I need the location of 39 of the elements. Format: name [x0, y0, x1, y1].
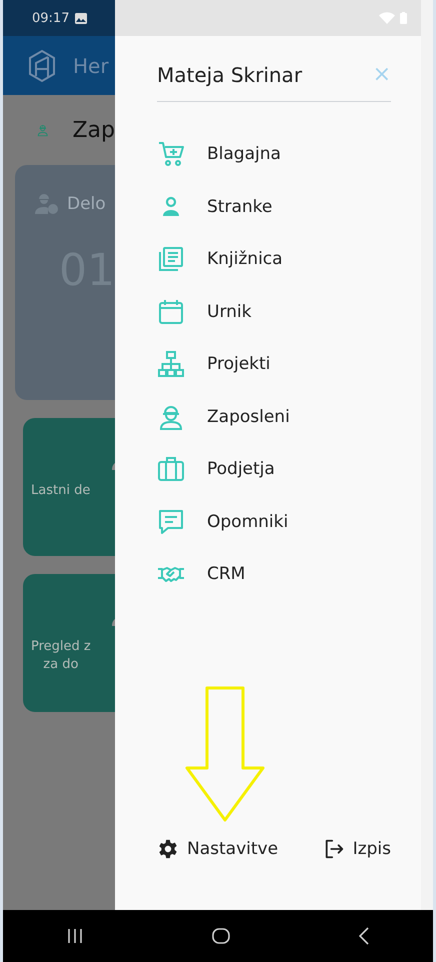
user-name: Mateja Skrinar	[157, 62, 302, 86]
wifi-icon	[379, 12, 395, 24]
message-icon	[157, 508, 185, 536]
action-card[interactable]: Lastni de	[23, 418, 115, 556]
menu-item[interactable]: Urnik	[115, 286, 421, 338]
recents-button[interactable]	[67, 928, 84, 944]
back-button[interactable]	[358, 927, 369, 945]
menu-item[interactable]: Projekti	[115, 338, 421, 390]
home-icon	[212, 928, 230, 944]
image-icon	[75, 12, 88, 24]
back-icon	[358, 927, 369, 945]
settings-icon	[157, 838, 179, 860]
menu-item[interactable]: Blagajna	[115, 128, 421, 180]
logo-icon	[27, 48, 57, 82]
battery-icon	[400, 12, 407, 24]
menu-item[interactable]: Knjižnica	[115, 233, 421, 286]
card-label: Pregled z za do	[31, 638, 91, 674]
recents-icon	[67, 928, 84, 944]
section-title: Zap	[72, 118, 115, 142]
worker-clock-icon	[35, 193, 59, 215]
calendar-icon	[157, 298, 185, 326]
menu-item[interactable]: Opomniki	[115, 496, 421, 548]
logout-icon	[322, 838, 345, 860]
menu-item[interactable]: CRM	[115, 548, 421, 600]
menu-item[interactable]: Zaposleni	[115, 390, 421, 443]
home-button[interactable]	[212, 928, 230, 944]
logout-button[interactable]: Izpis	[322, 838, 391, 860]
briefcase-icon	[157, 455, 185, 484]
settings-button[interactable]: Nastavitve	[157, 838, 278, 860]
app-title: Her	[73, 54, 109, 78]
status-time: 09:17	[32, 10, 70, 26]
action-card[interactable]: Pregled z za do	[23, 574, 115, 712]
card-label: Lastni de	[31, 482, 90, 500]
card-title: Delo	[67, 194, 106, 214]
library-icon	[157, 245, 185, 274]
cart-icon	[157, 140, 185, 168]
menu-item[interactable]: Stranke	[115, 180, 421, 233]
hierarchy-icon	[157, 350, 185, 378]
menu-item[interactable]: Podjetja	[115, 443, 421, 496]
